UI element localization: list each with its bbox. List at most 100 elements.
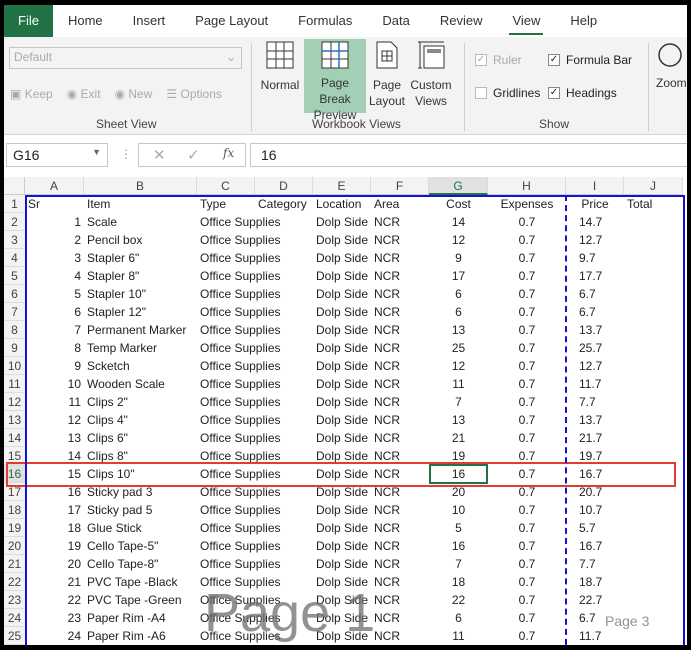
price-cell[interactable]: 22.7 (576, 591, 634, 609)
cost-cell[interactable]: 7 (429, 555, 488, 573)
area-cell[interactable]: NCR (371, 393, 429, 411)
expenses-cell[interactable]: 0.7 (488, 573, 566, 591)
price-cell[interactable]: 18.7 (576, 573, 634, 591)
cost-cell[interactable]: 21 (429, 429, 488, 447)
cost-cell[interactable]: 25 (429, 339, 488, 357)
price-cell[interactable]: 7.7 (576, 555, 634, 573)
row-header[interactable]: 10 (4, 357, 25, 375)
area-cell[interactable]: NCR (371, 285, 429, 303)
location-cell[interactable]: Dolp Side (313, 213, 371, 231)
expenses-cell[interactable]: 0.7 (488, 627, 566, 645)
expenses-cell[interactable]: 0.7 (488, 609, 566, 627)
cost-cell[interactable]: 11 (429, 627, 488, 645)
type-cell[interactable]: Office Supplies (197, 339, 281, 357)
item-cell[interactable]: Clips 6" (84, 429, 197, 447)
cost-cell[interactable]: 12 (429, 231, 488, 249)
expenses-cell[interactable]: 0.7 (488, 285, 566, 303)
insert-function-icon[interactable]: fx (223, 146, 234, 160)
row-header[interactable]: 2 (4, 213, 25, 231)
area-cell[interactable]: NCR (371, 519, 429, 537)
tab-formulas[interactable]: Formulas (283, 5, 367, 37)
area-cell[interactable]: NCR (371, 321, 429, 339)
item-cell[interactable]: Cello Tape-5" (84, 537, 197, 555)
expenses-cell[interactable]: 0.7 (488, 321, 566, 339)
cost-cell[interactable]: 6 (429, 285, 488, 303)
area-cell[interactable]: NCR (371, 627, 429, 645)
area-cell[interactable]: NCR (371, 573, 429, 591)
exit-button[interactable]: ◉ Exit (67, 87, 101, 101)
type-cell[interactable]: Office Supplies (197, 411, 281, 429)
location-cell[interactable]: Dolp Side (313, 537, 371, 555)
price-cell[interactable]: 17.7 (576, 267, 634, 285)
area-cell[interactable]: NCR (371, 609, 429, 627)
tab-help[interactable]: Help (555, 5, 612, 37)
cost-cell[interactable]: 11 (429, 375, 488, 393)
item-cell[interactable]: Glue Stick (84, 519, 197, 537)
area-cell[interactable]: NCR (371, 429, 429, 447)
keep-button[interactable]: ▣ Keep (10, 87, 53, 101)
expenses-cell[interactable]: 0.7 (488, 375, 566, 393)
item-cell[interactable]: PVC Tape -Green (84, 591, 197, 609)
item-cell[interactable]: Paper Rim -A6 (84, 627, 197, 645)
header-cell-total[interactable]: Total (624, 195, 683, 213)
headings-checkbox[interactable]: ✓ Headings (548, 86, 617, 100)
area-cell[interactable]: NCR (371, 537, 429, 555)
row-header[interactable]: 4 (4, 249, 25, 267)
row-header[interactable]: 21 (4, 555, 25, 573)
type-cell[interactable]: Office Supplies (197, 591, 281, 609)
item-cell[interactable]: Stapler 6" (84, 249, 197, 267)
item-cell[interactable]: Scketch (84, 357, 197, 375)
location-cell[interactable]: Dolp Side (313, 573, 371, 591)
expenses-cell[interactable]: 0.7 (488, 249, 566, 267)
location-cell[interactable]: Dolp Side (313, 357, 371, 375)
type-cell[interactable]: Office Supplies (197, 375, 281, 393)
item-cell[interactable]: PVC Tape -Black (84, 573, 197, 591)
sr-cell[interactable]: 6 (25, 303, 84, 321)
expenses-cell[interactable]: 0.7 (488, 357, 566, 375)
location-cell[interactable]: Dolp Side (313, 249, 371, 267)
type-cell[interactable]: Office Supplies (197, 303, 281, 321)
type-cell[interactable]: Office Supplies (197, 501, 281, 519)
item-cell[interactable]: Paper Rim -A4 (84, 609, 197, 627)
row-header[interactable]: 5 (4, 267, 25, 285)
price-cell[interactable]: 12.7 (576, 231, 634, 249)
price-cell[interactable]: 21.7 (576, 429, 634, 447)
item-cell[interactable]: Stapler 8" (84, 267, 197, 285)
price-cell[interactable]: 13.7 (576, 321, 634, 339)
cost-cell[interactable]: 13 (429, 411, 488, 429)
row-header[interactable]: 19 (4, 519, 25, 537)
expenses-cell[interactable]: 0.7 (488, 393, 566, 411)
item-cell[interactable]: Temp Marker (84, 339, 197, 357)
item-cell[interactable]: Clips 4" (84, 411, 197, 429)
item-cell[interactable]: Stapler 10" (84, 285, 197, 303)
expenses-cell[interactable]: 0.7 (488, 411, 566, 429)
column-header-J[interactable]: J (624, 177, 683, 195)
item-cell[interactable]: Sticky pad 5 (84, 501, 197, 519)
cost-cell[interactable]: 6 (429, 609, 488, 627)
location-cell[interactable]: Dolp Side (313, 321, 371, 339)
location-cell[interactable]: Dolp Side (313, 267, 371, 285)
header-cell-cost[interactable]: Cost (429, 195, 488, 213)
row-header[interactable]: 1 (4, 195, 25, 213)
sr-cell[interactable]: 24 (25, 627, 84, 645)
area-cell[interactable]: NCR (371, 357, 429, 375)
header-cell-area[interactable]: Area (371, 195, 429, 213)
row-header[interactable]: 8 (4, 321, 25, 339)
header-cell-location[interactable]: Location (313, 195, 371, 213)
column-header-H[interactable]: H (488, 177, 566, 195)
location-cell[interactable]: Dolp Side (313, 609, 371, 627)
tab-home[interactable]: Home (53, 5, 118, 37)
location-cell[interactable]: Dolp Side (313, 627, 371, 645)
sr-cell[interactable]: 9 (25, 357, 84, 375)
type-cell[interactable]: Office Supplies (197, 213, 281, 231)
column-header-I[interactable]: I (566, 177, 624, 195)
expenses-cell[interactable]: 0.7 (488, 555, 566, 573)
expenses-cell[interactable]: 0.7 (488, 339, 566, 357)
location-cell[interactable]: Dolp Side (313, 375, 371, 393)
price-cell[interactable]: 16.7 (576, 537, 634, 555)
price-cell[interactable]: 14.7 (576, 213, 634, 231)
cost-cell[interactable]: 9 (429, 249, 488, 267)
expenses-cell[interactable]: 0.7 (488, 501, 566, 519)
cost-cell[interactable]: 7 (429, 393, 488, 411)
tab-view[interactable]: View (497, 5, 555, 37)
